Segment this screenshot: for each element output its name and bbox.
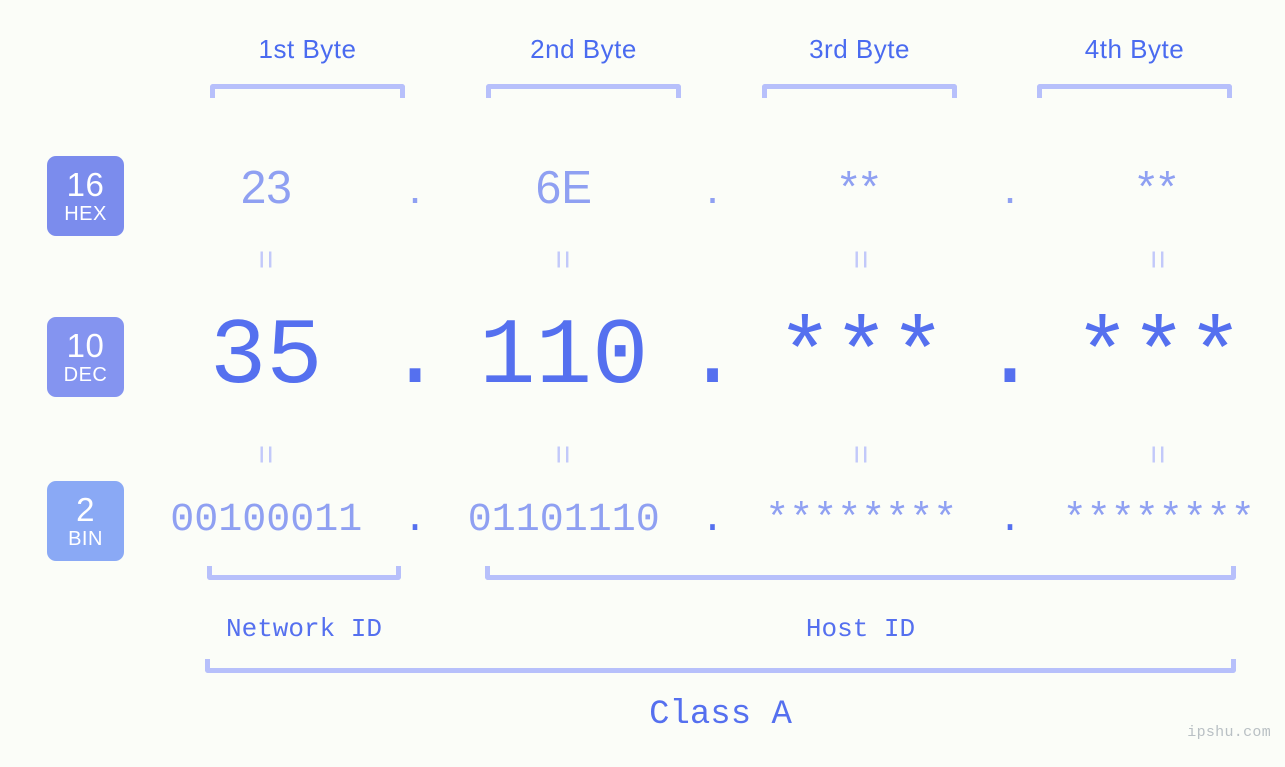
bin-byte-3: ******** [765,497,958,543]
equals-dec-bin-4: = [1042,438,1275,471]
hex-separator-1: . [408,161,422,213]
byte-header-1: 1st Byte [258,34,357,64]
equals-dec-bin-1: = [150,438,383,471]
base-badge-hex-number: 16 [66,166,105,203]
equals-dec-bin-2: = [447,438,680,471]
equals-dec-bin-3: = [745,438,978,471]
network-id-label: Network ID [225,614,383,644]
hex-byte-4: ** [1137,162,1180,211]
base-badge-dec-number: 10 [66,327,105,364]
hex-byte-3: ** [840,162,883,211]
bin-separator-3: . [998,497,1023,543]
hex-row: 23 . 6E . ** . ** [150,150,1275,224]
equals-hex-dec-1: = [150,243,383,276]
dec-separator-2: . [684,304,741,411]
base-badge-hex-abbr: HEX [64,203,107,225]
equals-hex-dec-4: = [1042,243,1275,276]
byte-header-4: 4th Byte [1084,34,1185,64]
dec-byte-2: 110 [479,304,649,411]
dec-byte-3: *** [776,304,946,411]
equals-row-hex-dec: = = = = [150,243,1275,276]
byte-bracket-1 [210,84,405,98]
bin-byte-4: ******** [1062,497,1255,543]
ip-byte-diagram: 1st Byte 2nd Byte 3rd Byte 4th Byte 16 H… [0,0,1285,767]
host-id-bracket [485,566,1236,580]
equals-icon: = [545,444,583,465]
base-badge-bin: 2 BIN [47,481,124,561]
equals-icon: = [842,249,880,270]
bin-separator-2: . [700,497,725,543]
equals-row-dec-bin: = = = = [150,438,1275,471]
byte-bracket-3 [762,84,957,98]
byte-bracket-4 [1037,84,1232,98]
dec-separator-1: . [386,304,444,411]
host-id-label: Host ID [805,614,916,644]
bin-byte-1: 00100011 [170,497,363,543]
class-bracket [205,659,1236,673]
hex-byte-1: 23 [240,161,292,213]
equals-hex-dec-3: = [745,243,978,276]
bin-byte-2: 01101110 [467,497,660,543]
equals-icon: = [247,444,285,465]
bin-separator-1: . [403,497,428,543]
hex-separator-3: . [1003,161,1017,213]
equals-icon: = [1140,444,1178,465]
base-badge-bin-abbr: BIN [68,528,103,550]
hex-byte-2: 6E [535,161,592,213]
base-badge-dec-abbr: DEC [63,364,108,386]
byte-bracket-2 [486,84,681,98]
equals-icon: = [247,249,285,270]
bin-row: 00100011 . 01101110 . ******** . *******… [150,488,1275,552]
dec-separator-3: . [981,304,1039,411]
equals-icon: = [842,444,880,465]
dec-byte-4: *** [1074,304,1244,411]
equals-icon: = [545,249,583,270]
dec-row: 35 . 110 . *** . *** [150,300,1275,415]
base-badge-hex: 16 HEX [47,156,124,236]
byte-header-3: 3rd Byte [809,34,910,64]
dec-byte-1: 35 [209,304,323,411]
class-label: Class A [649,696,792,734]
byte-header-2: 2nd Byte [530,34,637,64]
base-badge-bin-number: 2 [76,491,95,528]
equals-hex-dec-2: = [447,243,680,276]
base-badge-dec: 10 DEC [47,317,124,397]
network-id-bracket [207,566,401,580]
equals-icon: = [1140,249,1178,270]
hex-separator-2: . [706,161,719,213]
site-watermark: ipshu.com [1187,724,1271,741]
